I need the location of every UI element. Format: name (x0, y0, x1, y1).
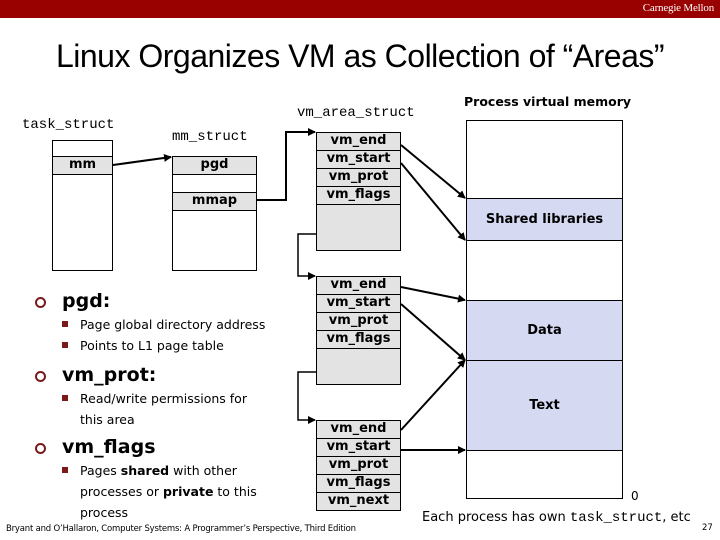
segment-data: Data (466, 300, 623, 361)
vma1-vm-start: vm_start (316, 150, 401, 169)
note-prefix: Each process has own (422, 510, 570, 525)
arrow-vma2-start (400, 303, 466, 361)
note-suffix: , etc (662, 510, 691, 525)
vm-area-struct-2: vm_end vm_start vm_prot vm_flags (316, 276, 401, 385)
task-struct-field-mm: mm (52, 156, 113, 175)
vma1-vm-flags: vm_flags (316, 186, 401, 205)
sub-bullet: Points to L1 page table (30, 335, 300, 356)
vma1-vm-prot: vm_prot (316, 168, 401, 187)
bullet-list: pgd: Page global directory address Point… (30, 288, 300, 523)
vma2-vm-end: vm_end (316, 276, 401, 295)
vma1-vm-end: vm_end (316, 132, 401, 151)
mm-struct-box: pgd mmap (172, 156, 257, 271)
bullet-heading: vm_flags (62, 436, 156, 458)
square-bullet-icon (62, 321, 68, 327)
sub-bullet: Pages shared with other processes or pri… (30, 460, 260, 523)
brand-label: Carnegie Mellon (642, 2, 714, 14)
bullet-vm-prot: vm_prot: (30, 362, 300, 388)
arrow-vma3-end (400, 359, 466, 431)
footer-citation: Bryant and O’Hallaron, Computer Systems:… (6, 524, 356, 534)
address-zero-label: 0 (631, 489, 639, 503)
slide-title: Linux Organizes VM as Collection of “Are… (55, 38, 665, 74)
bullet-pgd: pgd: (30, 288, 300, 314)
process-vm-box: Shared libraries Data Text (466, 120, 623, 499)
sub-bullet-text: Points to L1 page table (80, 338, 224, 353)
sub-bullet-text: Read/write permissions for this area (80, 391, 247, 427)
vma3-vm-flags: vm_flags (316, 474, 401, 493)
bullet-ring-icon (35, 371, 46, 382)
task-struct-box: mm (52, 140, 113, 271)
bullet-ring-icon (35, 297, 46, 308)
vm-area-struct-label: vm_area_struct (297, 105, 415, 121)
sub-bullet: Page global directory address (30, 314, 300, 335)
vma3-vm-end: vm_end (316, 420, 401, 439)
vma2-vm-prot: vm_prot (316, 312, 401, 331)
arrow-vma2-next-to-vma3 (297, 371, 316, 424)
square-bullet-icon (62, 395, 68, 401)
bullet-vm-flags: vm_flags (30, 434, 300, 460)
each-process-note: Each process has own task_struct, etc (422, 510, 691, 526)
sub-bullet: Read/write permissions for this area (30, 388, 250, 430)
mm-struct-field-pgd: pgd (172, 156, 257, 175)
process-vm-label: Process virtual memory (464, 94, 632, 109)
note-code: task_struct (569, 510, 663, 526)
arrow-vma2-end (400, 286, 466, 303)
mm-struct-field-blank (172, 174, 257, 193)
arrow-vma1-start (400, 162, 466, 241)
header-bar: Carnegie Mellon (0, 0, 720, 18)
vma3-vm-start: vm_start (316, 438, 401, 457)
arrow-vma1-next-to-vma2 (297, 233, 316, 280)
page-number: 27 (702, 523, 713, 533)
vma3-vm-prot: vm_prot (316, 456, 401, 475)
vma2-vm-flags: vm_flags (316, 330, 401, 349)
mm-struct-label: mm_struct (172, 129, 248, 145)
vm-area-struct-1: vm_end vm_start vm_prot vm_flags (316, 132, 401, 251)
mm-struct-field-mmap: mmap (172, 192, 257, 211)
segment-shared-libraries: Shared libraries (466, 198, 623, 241)
square-bullet-icon (62, 342, 68, 348)
arrow-mm-to-mm-struct (112, 153, 172, 166)
arrow-vma1-end (400, 144, 466, 199)
vma2-vm-start: vm_start (316, 294, 401, 313)
segment-text: Text (466, 360, 623, 451)
task-struct-label: task_struct (22, 117, 115, 133)
bullet-heading: pgd: (62, 290, 111, 312)
arrow-mmap-to-vma1 (257, 128, 316, 201)
vm-area-struct-3: vm_end vm_start vm_prot vm_flags vm_next (316, 420, 401, 511)
vma3-vm-next: vm_next (316, 492, 401, 511)
square-bullet-icon (62, 467, 68, 473)
bullet-heading: vm_prot: (62, 364, 157, 386)
bullet-ring-icon (35, 443, 46, 454)
sub-bullet-text: Pages shared with other processes or pri… (80, 463, 257, 520)
sub-bullet-text: Page global directory address (80, 317, 266, 332)
